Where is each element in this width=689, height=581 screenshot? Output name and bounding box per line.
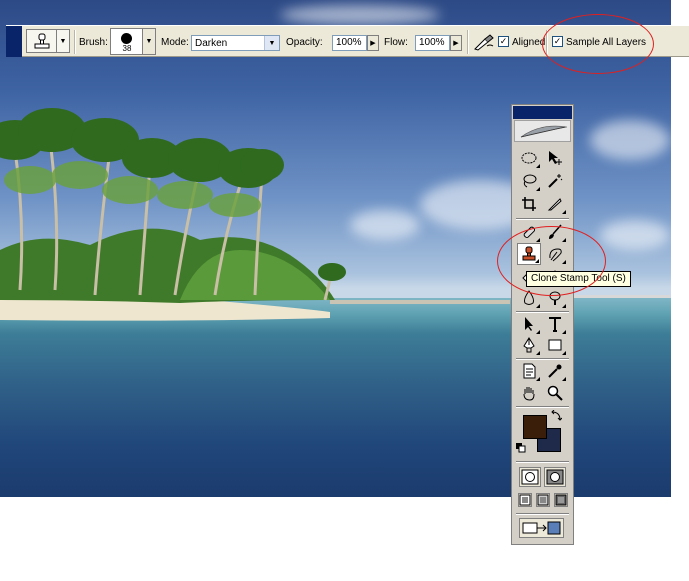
flow-slider-button[interactable]: ▶ <box>450 35 462 51</box>
opacity-slider-button[interactable]: ▶ <box>367 35 379 51</box>
toolbox-palette <box>511 104 574 545</box>
chevron-down-icon[interactable]: ▼ <box>142 29 155 54</box>
brush-preview <box>121 33 132 44</box>
marquee-tool[interactable] <box>517 147 541 169</box>
mode-select[interactable]: Darken ▼ <box>191 35 280 51</box>
move-icon <box>549 151 562 165</box>
chevron-down-icon[interactable]: ▼ <box>264 36 279 50</box>
eyedropper-icon <box>548 364 562 378</box>
tool-preset-picker[interactable]: ▼ <box>26 29 70 53</box>
swap-colors-icon[interactable] <box>550 410 562 422</box>
hand-icon <box>523 387 535 401</box>
brush-label: Brush: <box>79 37 108 48</box>
flow-label: Flow: <box>384 37 408 48</box>
screen-mode-icon <box>519 494 531 506</box>
eyedropper-tool[interactable] <box>543 360 567 382</box>
notes-tool[interactable] <box>517 360 541 382</box>
magic-wand-icon <box>548 174 563 188</box>
lasso-icon <box>523 174 537 188</box>
notes-icon <box>523 363 536 379</box>
feather-logo[interactable] <box>514 120 571 142</box>
pen-tool[interactable] <box>517 334 541 356</box>
jump-to-icon <box>522 521 561 535</box>
brush-size: 38 <box>122 44 132 53</box>
options-bar-grip[interactable] <box>6 26 22 57</box>
magnifier-icon <box>547 385 563 401</box>
mode-label: Mode: <box>161 37 189 48</box>
pen-icon <box>523 337 535 353</box>
full-screen-menu-mode-button[interactable] <box>536 493 550 507</box>
slice-tool[interactable] <box>543 193 567 215</box>
move-tool[interactable] <box>543 147 567 169</box>
annotation-ellipse-clone-stamp <box>497 226 606 296</box>
standard-screen-mode-button[interactable] <box>518 493 532 507</box>
type-icon <box>549 317 561 332</box>
clone-stamp-icon <box>34 33 50 49</box>
quick-mask-mode-button[interactable] <box>544 467 566 487</box>
standard-mode-icon <box>521 469 539 485</box>
jump-to-imageready-button[interactable] <box>519 518 564 538</box>
lasso-tool[interactable] <box>517 170 541 192</box>
shape-tool[interactable] <box>543 334 567 356</box>
path-selection-tool[interactable] <box>517 313 541 335</box>
aligned-checkbox[interactable]: ✓ <box>498 36 509 47</box>
zoom-tool[interactable] <box>543 382 567 404</box>
full-screen-mode-button[interactable] <box>554 493 568 507</box>
elliptical-marquee-icon <box>521 152 537 164</box>
annotation-ellipse-sample-all-layers <box>542 14 654 74</box>
mode-value: Darken <box>195 38 228 49</box>
arrow-pointer-icon <box>525 317 533 331</box>
brush-picker[interactable]: 38 ▼ <box>110 28 156 55</box>
airbrush-icon[interactable] <box>473 33 495 51</box>
foreground-color-swatch[interactable] <box>523 415 547 439</box>
slice-icon <box>547 198 562 211</box>
type-tool[interactable] <box>543 313 567 335</box>
feather-icon <box>520 125 568 138</box>
crop-icon <box>522 197 536 211</box>
toolbox-titlebar[interactable] <box>513 106 572 119</box>
magic-wand-tool[interactable] <box>543 170 567 192</box>
screen-mode-icon <box>537 494 549 506</box>
default-colors-icon[interactable] <box>516 443 526 453</box>
screen-mode-icon <box>555 494 567 506</box>
crop-tool[interactable] <box>517 193 541 215</box>
opacity-label: Opacity: <box>286 37 323 48</box>
aligned-label: Aligned <box>512 37 546 48</box>
standard-mode-button[interactable] <box>519 467 541 487</box>
chevron-down-icon[interactable]: ▼ <box>56 30 69 52</box>
flow-input[interactable]: 100% <box>415 35 450 51</box>
rectangle-icon <box>548 339 562 351</box>
opacity-input[interactable]: 100% <box>332 35 367 51</box>
hand-tool[interactable] <box>517 382 541 404</box>
quick-mask-icon <box>546 469 564 485</box>
